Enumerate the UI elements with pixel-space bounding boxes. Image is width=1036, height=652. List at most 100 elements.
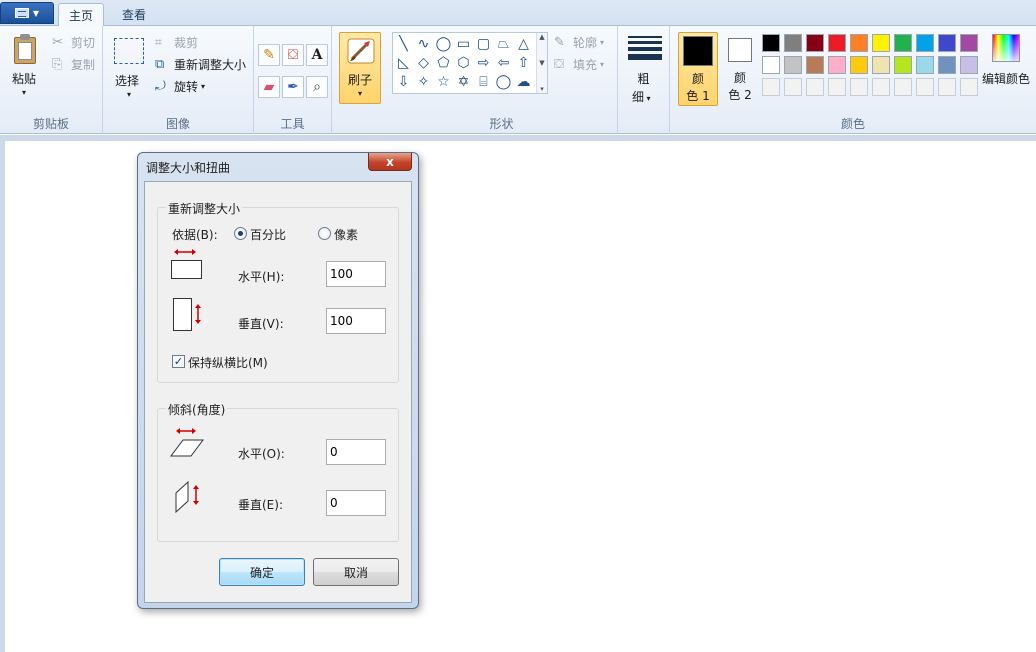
palette-swatch[interactable] (850, 78, 868, 96)
skew-vertical-input[interactable] (326, 490, 386, 516)
palette-swatch[interactable] (806, 56, 824, 74)
text-icon[interactable]: A (306, 44, 328, 66)
oval-callout-shape-icon[interactable]: ◯ (495, 73, 512, 90)
right-arrow-shape-icon[interactable]: ⇨ (475, 54, 492, 71)
brushes-button[interactable]: 刷子 ▾ (339, 32, 381, 104)
palette-swatch[interactable] (762, 78, 780, 96)
cut-button[interactable]: ✂ 剪切 (52, 34, 95, 51)
palette-swatch[interactable] (916, 78, 934, 96)
resize-button[interactable]: ⧉ 重新调整大小 (155, 56, 246, 73)
eraser-icon[interactable]: ▰ (258, 76, 280, 98)
color-picker-icon[interactable]: ✒ (282, 76, 304, 98)
skew-horizontal-input[interactable] (326, 439, 386, 465)
curve-shape-icon[interactable]: ∿ (415, 35, 432, 52)
paste-dropdown-icon[interactable]: ▾ (22, 88, 26, 97)
crop-button[interactable]: ⌗ 裁剪 (155, 34, 198, 51)
pixels-radio[interactable] (318, 227, 331, 240)
copy-button[interactable]: ⎘ 复制 (52, 56, 95, 73)
pentagon-shape-icon[interactable]: ⬠ (435, 54, 452, 71)
color-1-button[interactable]: 颜 色 1 (678, 32, 718, 106)
fill-bucket-icon[interactable]: ⛋ (282, 44, 304, 66)
palette-swatch[interactable] (784, 34, 802, 52)
paste-button[interactable]: 粘贴 (12, 70, 36, 87)
palette-swatch[interactable] (960, 78, 978, 96)
polygon-shape-icon[interactable]: ⏢ (495, 35, 512, 52)
edit-colors-button[interactable]: 编辑颜色 (982, 70, 1030, 87)
palette-swatch[interactable] (872, 56, 890, 74)
keep-ratio-label[interactable]: 保持纵横比(M) (188, 354, 268, 371)
palette-swatch[interactable] (806, 78, 824, 96)
app-menu-button[interactable]: ▼ (0, 2, 54, 24)
cancel-button[interactable]: 取消 (313, 558, 399, 586)
palette-swatch[interactable] (828, 78, 846, 96)
palette-swatch[interactable] (850, 34, 868, 52)
palette-swatch[interactable] (938, 56, 956, 74)
palette-swatch[interactable] (828, 56, 846, 74)
palette-swatch[interactable] (828, 34, 846, 52)
palette-swatch[interactable] (784, 78, 802, 96)
paste-icon[interactable] (12, 34, 38, 64)
size-lines-icon[interactable] (628, 36, 662, 62)
palette-swatch[interactable] (938, 78, 956, 96)
fill-button[interactable]: ⛋ 填充 ▾ (554, 56, 604, 73)
percent-radio[interactable] (234, 227, 247, 240)
rotate-button[interactable]: ⤾ 旋转 ▾ (155, 78, 205, 95)
shapes-scrollbar[interactable]: ▲ ▼ ▾ (536, 33, 547, 93)
line-shape-icon[interactable]: ╲ (395, 35, 412, 52)
pixels-label[interactable]: 像素 (334, 226, 358, 243)
cloud-callout-shape-icon[interactable]: ☁ (515, 73, 532, 90)
ok-button[interactable]: 确定 (219, 558, 305, 586)
percent-label[interactable]: 百分比 (250, 226, 286, 243)
down-arrow-shape-icon[interactable]: ⇩ (395, 73, 412, 90)
select-button[interactable]: 选择 (115, 72, 139, 89)
scroll-down-icon[interactable]: ▼ (539, 59, 544, 67)
scroll-up-icon[interactable]: ▲ (539, 33, 544, 41)
palette-swatch[interactable] (894, 34, 912, 52)
close-button[interactable]: x (368, 153, 412, 171)
palette-swatch[interactable] (894, 56, 912, 74)
palette-swatch[interactable] (784, 56, 802, 74)
color-2-button[interactable]: 颜 色 2 (720, 32, 760, 106)
left-arrow-shape-icon[interactable]: ⇦ (495, 54, 512, 71)
skew-horizontal-label: 水平(O): (238, 447, 285, 461)
size-label-1[interactable]: 粗 (618, 70, 669, 87)
palette-swatch[interactable] (806, 34, 824, 52)
five-point-star-shape-icon[interactable]: ☆ (435, 73, 452, 90)
up-arrow-shape-icon[interactable]: ⇧ (515, 54, 532, 71)
magnifier-icon[interactable]: ⌕ (306, 76, 328, 98)
palette-swatch[interactable] (916, 56, 934, 74)
diamond-shape-icon[interactable]: ◇ (415, 54, 432, 71)
resize-horizontal-input[interactable] (326, 261, 386, 287)
palette-swatch[interactable] (916, 34, 934, 52)
palette-swatch[interactable] (872, 78, 890, 96)
four-point-star-shape-icon[interactable]: ✧ (415, 73, 432, 90)
rect-callout-shape-icon[interactable]: ⌸ (475, 73, 492, 90)
tab-view[interactable]: 查看 (112, 3, 156, 26)
rounded-rectangle-shape-icon[interactable]: ▢ (475, 35, 492, 52)
palette-swatch[interactable] (960, 34, 978, 52)
palette-swatch[interactable] (850, 56, 868, 74)
select-icon[interactable] (114, 38, 144, 64)
six-point-star-shape-icon[interactable]: ✡ (455, 73, 472, 90)
pencil-icon[interactable]: ✎ (258, 44, 280, 66)
resize-vertical-input[interactable] (326, 308, 386, 334)
keep-ratio-checkbox[interactable]: ✓ (172, 355, 185, 368)
palette-swatch[interactable] (762, 56, 780, 74)
select-dropdown-icon[interactable]: ▾ (127, 90, 131, 99)
oval-shape-icon[interactable]: ◯ (435, 35, 452, 52)
tab-home[interactable]: 主页 (58, 3, 105, 27)
hexagon-shape-icon[interactable]: ⬡ (455, 54, 472, 71)
palette-swatch[interactable] (762, 34, 780, 52)
size-button[interactable]: 细 ▾ (632, 88, 651, 105)
triangle-shape-icon[interactable]: △ (515, 35, 532, 52)
palette-swatch[interactable] (960, 56, 978, 74)
right-triangle-shape-icon[interactable]: ◺ (395, 54, 412, 71)
rainbow-icon[interactable] (992, 34, 1020, 62)
outline-button[interactable]: ✎ 轮廓 ▾ (554, 34, 604, 51)
rectangle-shape-icon[interactable]: ▭ (455, 35, 472, 52)
palette-swatch[interactable] (872, 34, 890, 52)
color-2-swatch (728, 38, 752, 62)
expand-gallery-icon[interactable]: ▾ (540, 85, 544, 93)
palette-swatch[interactable] (938, 34, 956, 52)
palette-swatch[interactable] (894, 78, 912, 96)
